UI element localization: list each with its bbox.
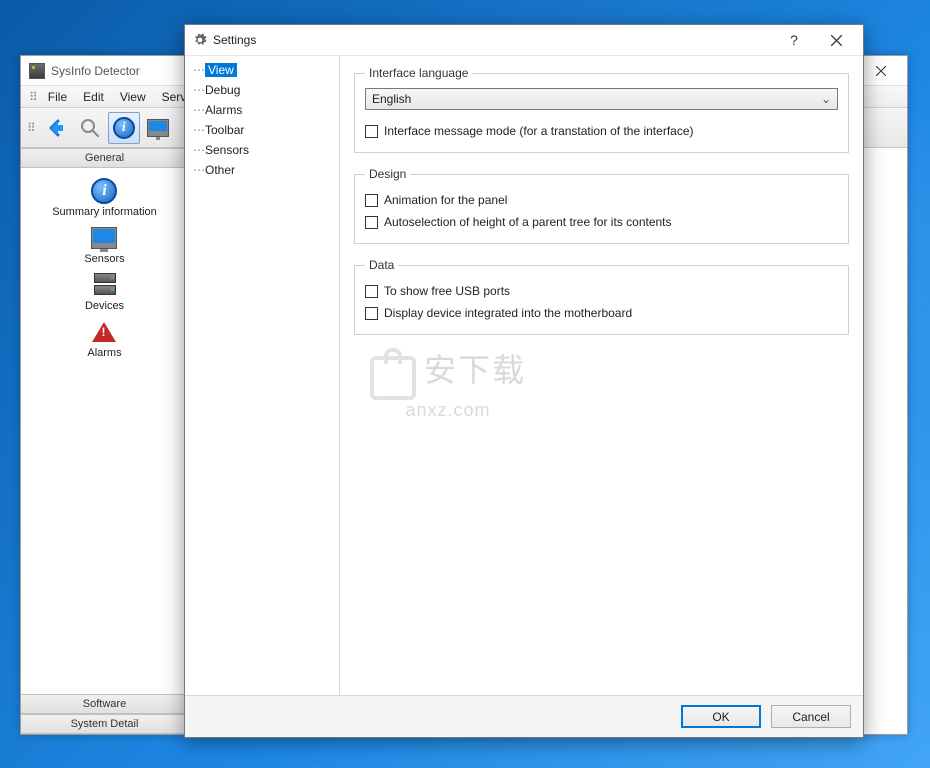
devices-icon: [94, 273, 116, 297]
tree-debug[interactable]: ⋯Debug: [185, 80, 339, 100]
dialog-titlebar: Settings ?: [185, 25, 863, 55]
tree-other[interactable]: ⋯Other: [185, 160, 339, 180]
checkbox-usb-ports[interactable]: To show free USB ports: [365, 280, 838, 302]
checkbox-icon: [365, 216, 378, 229]
search-button[interactable]: [74, 112, 106, 144]
checkbox-icon: [365, 125, 378, 138]
menu-view[interactable]: View: [112, 88, 154, 106]
category-system-detail[interactable]: System Detail: [21, 714, 188, 734]
cancel-button[interactable]: Cancel: [771, 705, 851, 728]
gear-icon: [193, 33, 207, 47]
settings-dialog: Settings ? ⋯View ⋯Debug ⋯Alarms ⋯Toolbar…: [184, 24, 864, 738]
menu-file[interactable]: File: [40, 88, 75, 106]
dialog-footer: OK Cancel: [185, 695, 863, 737]
sidebar-item-devices[interactable]: Devices: [85, 271, 124, 312]
close-button[interactable]: [858, 57, 903, 85]
category-software[interactable]: Software: [21, 694, 188, 714]
language-value: English: [372, 92, 411, 106]
sidebar: General i Summary information Sensors De…: [21, 148, 189, 734]
dialog-close-button[interactable]: [814, 26, 859, 54]
menu-grip: ⠿: [29, 90, 36, 104]
checkbox-icon: [365, 285, 378, 298]
checkbox-icon: [365, 307, 378, 320]
help-button[interactable]: ?: [774, 32, 814, 48]
app-title: SysInfo Detector: [51, 64, 140, 78]
checkbox-motherboard[interactable]: Display device integrated into the mothe…: [365, 302, 838, 324]
sidebar-item-alarms[interactable]: Alarms: [87, 318, 121, 359]
alarm-icon: [92, 322, 116, 342]
checkbox-icon: [365, 194, 378, 207]
language-select[interactable]: English ⌄: [365, 88, 838, 110]
info-icon: i: [91, 178, 117, 204]
app-icon: [29, 63, 45, 79]
checkbox-message-mode[interactable]: Interface message mode (for a transtatio…: [365, 120, 838, 142]
settings-tree: ⋯View ⋯Debug ⋯Alarms ⋯Toolbar ⋯Sensors ⋯…: [185, 56, 340, 695]
dialog-title: Settings: [213, 33, 256, 47]
settings-content: Interface language English ⌄ Interface m…: [340, 56, 863, 695]
checkbox-autoselection[interactable]: Autoselection of height of a parent tree…: [365, 211, 838, 233]
checkbox-animation[interactable]: Animation for the panel: [365, 189, 838, 211]
chevron-down-icon: ⌄: [821, 92, 831, 106]
back-button[interactable]: [40, 112, 72, 144]
info-button[interactable]: i: [108, 112, 140, 144]
tree-toolbar[interactable]: ⋯Toolbar: [185, 120, 339, 140]
toolbar-grip: ⠿: [27, 121, 34, 135]
group-data: Data To show free USB ports Display devi…: [354, 258, 849, 335]
monitor-icon: [91, 227, 117, 249]
tree-view[interactable]: ⋯View: [185, 60, 339, 80]
group-interface-language: Interface language English ⌄ Interface m…: [354, 66, 849, 153]
sidebar-item-sensors[interactable]: Sensors: [84, 224, 124, 265]
menu-edit[interactable]: Edit: [75, 88, 112, 106]
category-general[interactable]: General: [21, 148, 188, 168]
sidebar-item-summary[interactable]: i Summary information: [52, 177, 157, 218]
tree-alarms[interactable]: ⋯Alarms: [185, 100, 339, 120]
ok-button[interactable]: OK: [681, 705, 761, 728]
tree-sensors[interactable]: ⋯Sensors: [185, 140, 339, 160]
group-design: Design Animation for the panel Autoselec…: [354, 167, 849, 244]
monitor-button[interactable]: [142, 112, 174, 144]
